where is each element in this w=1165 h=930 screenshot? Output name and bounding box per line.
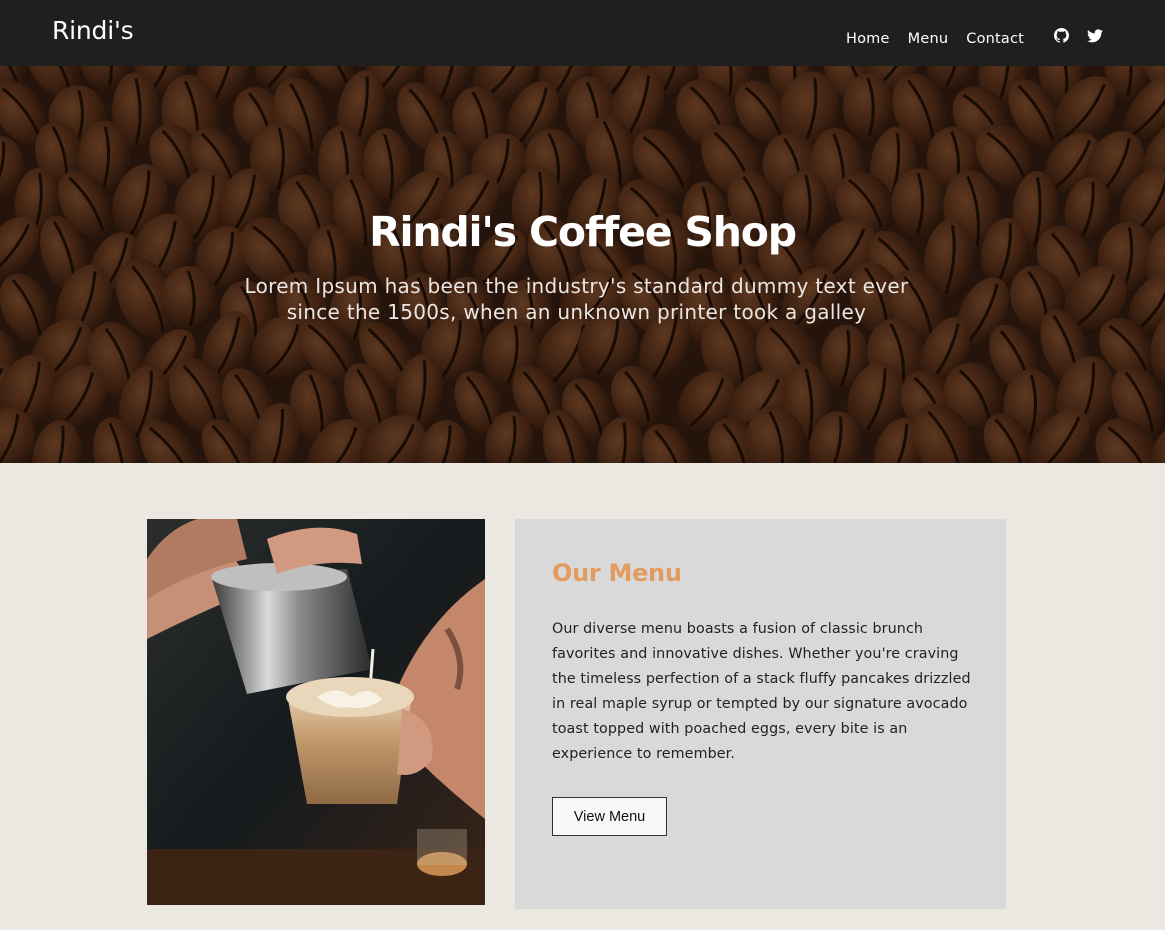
navbar: Rindi's Home Menu Contact bbox=[0, 0, 1165, 66]
hero-banner: Rindi's Coffee Shop Lorem Ipsum has been… bbox=[0, 66, 1165, 463]
nav-links: Home Menu Contact bbox=[846, 31, 1024, 47]
menu-description: Our diverse menu boasts a fusion of clas… bbox=[552, 621, 971, 762]
nav-link-home[interactable]: Home bbox=[846, 31, 890, 47]
view-menu-button[interactable]: View Menu bbox=[552, 797, 667, 836]
menu-title: Our Menu bbox=[552, 559, 682, 587]
brand-logo[interactable]: Rindi's bbox=[52, 16, 134, 45]
hero-subtitle: Lorem Ipsum has been the industry's stan… bbox=[244, 274, 909, 324]
menu-card: Our Menu Our diverse menu boasts a fusio… bbox=[515, 519, 1006, 909]
hero-overlay bbox=[0, 66, 1165, 463]
nav-link-menu[interactable]: Menu bbox=[908, 31, 949, 47]
hero-title: Rindi's Coffee Shop bbox=[369, 208, 797, 256]
latte-art-photo bbox=[147, 519, 485, 905]
nav-link-contact[interactable]: Contact bbox=[966, 31, 1024, 47]
twitter-icon[interactable] bbox=[1087, 29, 1103, 45]
github-icon[interactable] bbox=[1054, 28, 1070, 44]
